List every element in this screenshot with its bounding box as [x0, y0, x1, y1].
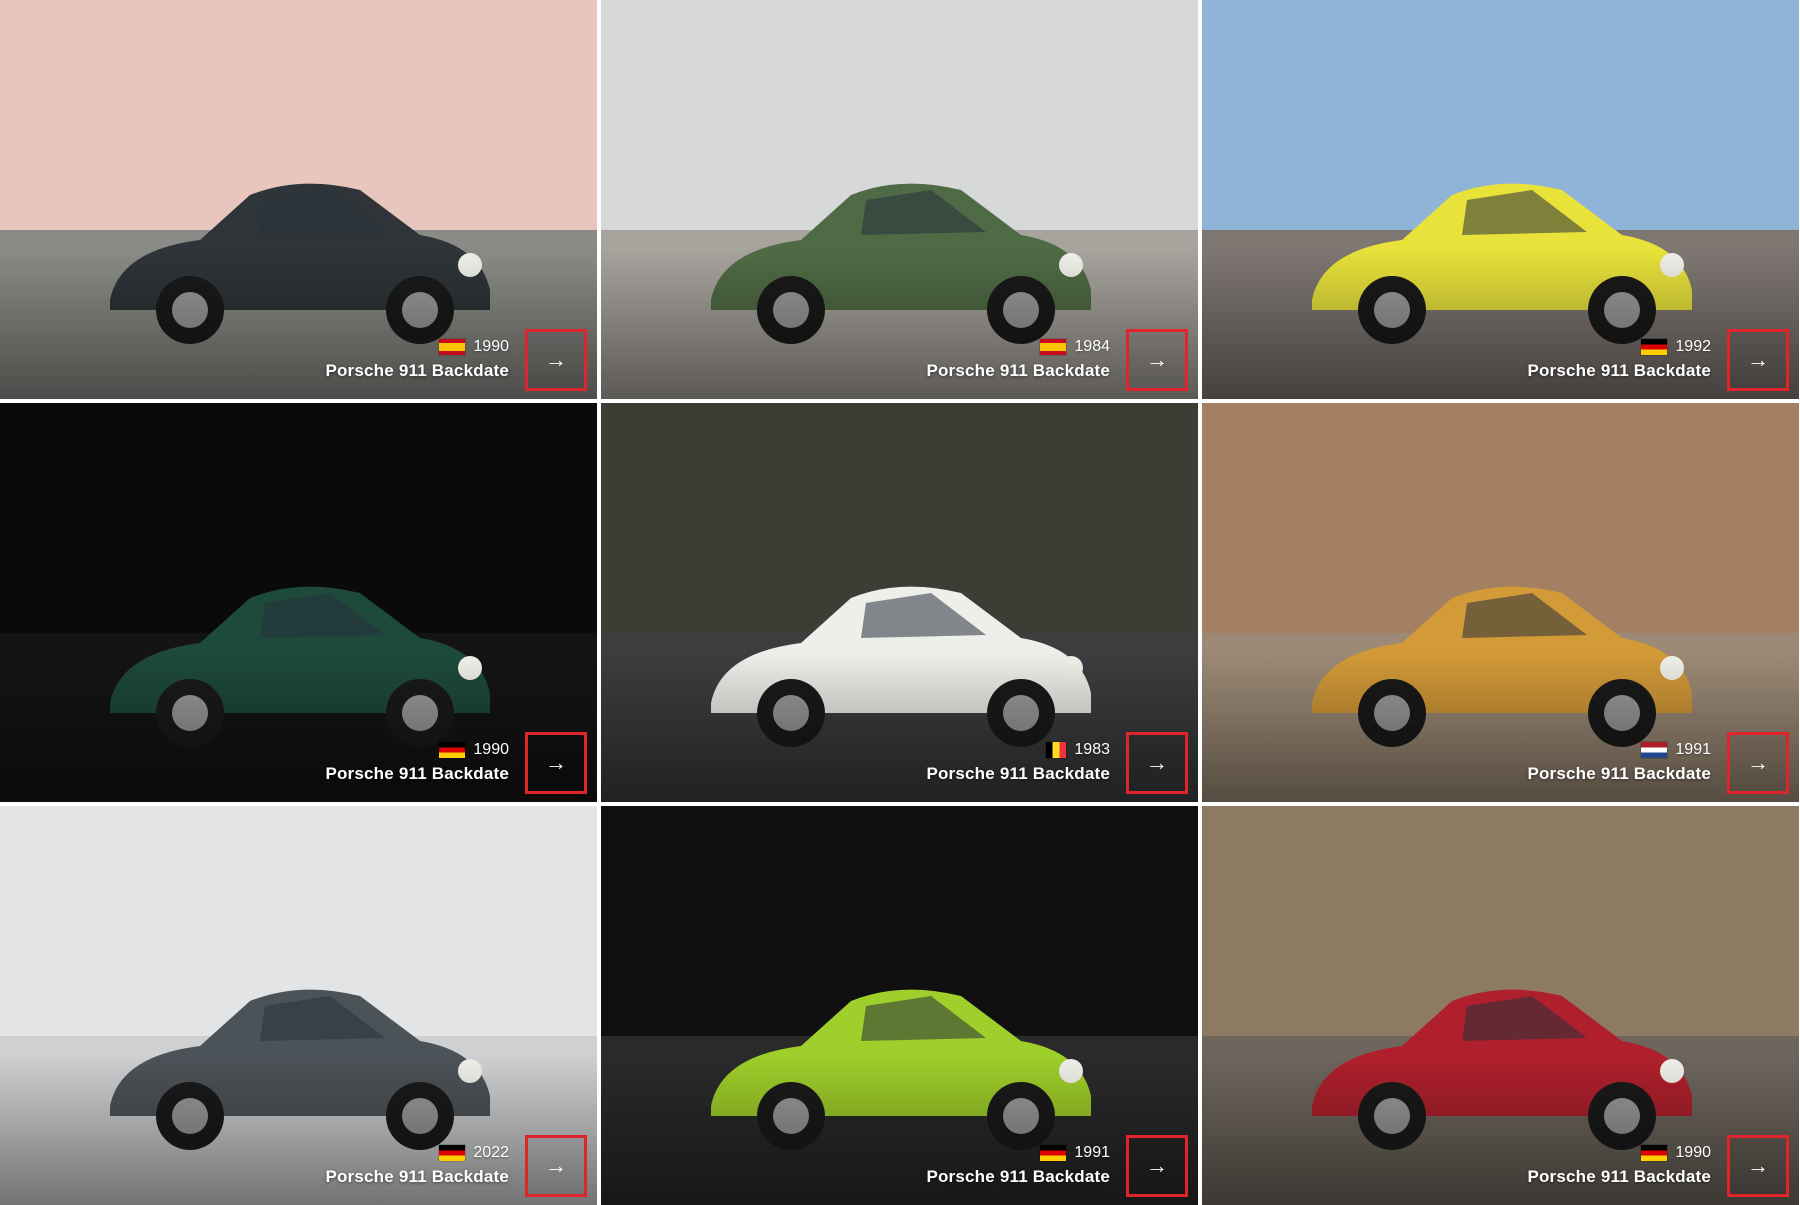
car-meta: 2022 Porsche 911 Backdate [325, 1143, 509, 1187]
car-meta: 1990 Porsche 911 Backdate [325, 740, 509, 784]
car-year: 1992 [1675, 338, 1711, 355]
car-card[interactable]: 1990 Porsche 911 Backdate → [0, 403, 597, 802]
arrow-right-icon: → [545, 750, 567, 775]
country-flag-icon [1641, 1145, 1668, 1161]
year-row: 1990 [325, 337, 509, 357]
country-flag-icon [1641, 742, 1668, 758]
car-title: Porsche 911 Backdate [1527, 764, 1711, 783]
car-card[interactable]: 1991 Porsche 911 Backdate → [1202, 403, 1799, 802]
car-card[interactable]: 1990 Porsche 911 Backdate → [0, 0, 597, 399]
country-flag-icon [439, 1145, 466, 1161]
car-card[interactable]: 1990 Porsche 911 Backdate → [1202, 806, 1799, 1205]
car-year: 1991 [1675, 741, 1711, 758]
car-meta: 1990 Porsche 911 Backdate [325, 337, 509, 381]
arrow-right-icon: → [1747, 1153, 1769, 1178]
country-flag-icon [1040, 1145, 1067, 1161]
country-flag-icon [1641, 339, 1668, 355]
view-car-button[interactable]: → [525, 329, 587, 391]
car-title: Porsche 911 Backdate [325, 1167, 509, 1186]
car-card[interactable]: 1991 Porsche 911 Backdate → [601, 806, 1198, 1205]
country-flag-icon [439, 339, 466, 355]
car-card[interactable]: 1992 Porsche 911 Backdate → [1202, 0, 1799, 399]
car-year: 1990 [1675, 1144, 1711, 1161]
year-row: 1984 [926, 337, 1110, 357]
car-year: 1984 [1074, 338, 1110, 355]
car-title: Porsche 911 Backdate [1527, 1167, 1711, 1186]
car-year: 1983 [1074, 741, 1110, 758]
car-title: Porsche 911 Backdate [325, 764, 509, 783]
view-car-button[interactable]: → [1126, 732, 1188, 794]
car-meta: 1992 Porsche 911 Backdate [1527, 337, 1711, 381]
arrow-right-icon: → [1146, 750, 1168, 775]
car-card[interactable]: 2022 Porsche 911 Backdate → [0, 806, 597, 1205]
country-flag-icon [1040, 339, 1067, 355]
car-year: 1990 [473, 338, 509, 355]
arrow-right-icon: → [545, 347, 567, 372]
car-meta: 1991 Porsche 911 Backdate [1527, 740, 1711, 784]
year-row: 1991 [1527, 740, 1711, 760]
arrow-right-icon: → [1747, 347, 1769, 372]
car-year: 1991 [1074, 1144, 1110, 1161]
car-title: Porsche 911 Backdate [926, 361, 1110, 380]
view-car-button[interactable]: → [525, 732, 587, 794]
car-meta: 1990 Porsche 911 Backdate [1527, 1143, 1711, 1187]
year-row: 1990 [1527, 1143, 1711, 1163]
arrow-right-icon: → [1146, 347, 1168, 372]
arrow-right-icon: → [1146, 1153, 1168, 1178]
car-meta: 1991 Porsche 911 Backdate [926, 1143, 1110, 1187]
year-row: 1991 [926, 1143, 1110, 1163]
car-card[interactable]: 1984 Porsche 911 Backdate → [601, 0, 1198, 399]
year-row: 1992 [1527, 337, 1711, 357]
view-car-button[interactable]: → [1727, 1135, 1789, 1197]
car-meta: 1983 Porsche 911 Backdate [926, 740, 1110, 784]
view-car-button[interactable]: → [1727, 329, 1789, 391]
car-meta: 1984 Porsche 911 Backdate [926, 337, 1110, 381]
country-flag-icon [439, 742, 466, 758]
arrow-right-icon: → [545, 1153, 567, 1178]
car-title: Porsche 911 Backdate [325, 361, 509, 380]
car-title: Porsche 911 Backdate [926, 764, 1110, 783]
view-car-button[interactable]: → [1727, 732, 1789, 794]
car-year: 2022 [473, 1144, 509, 1161]
view-car-button[interactable]: → [1126, 329, 1188, 391]
year-row: 1990 [325, 740, 509, 760]
view-car-button[interactable]: → [525, 1135, 587, 1197]
view-car-button[interactable]: → [1126, 1135, 1188, 1197]
year-row: 2022 [325, 1143, 509, 1163]
car-listing-grid: 1990 Porsche 911 Backdate → 1984 Porsche… [0, 0, 1800, 1205]
car-card[interactable]: 1983 Porsche 911 Backdate → [601, 403, 1198, 802]
car-title: Porsche 911 Backdate [1527, 361, 1711, 380]
car-year: 1990 [473, 741, 509, 758]
country-flag-icon [1046, 742, 1067, 758]
arrow-right-icon: → [1747, 750, 1769, 775]
car-title: Porsche 911 Backdate [926, 1167, 1110, 1186]
year-row: 1983 [926, 740, 1110, 760]
